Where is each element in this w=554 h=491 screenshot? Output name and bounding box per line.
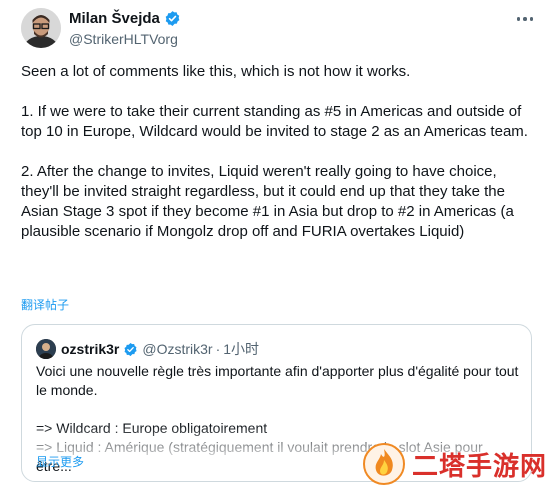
quoted-author-name[interactable]: ozstrik3r	[61, 341, 119, 357]
watermark-text: 二塔手游网	[412, 451, 548, 482]
verified-badge-icon	[123, 342, 138, 357]
tweet-paragraph: 2. After the change to invites, Liquid w…	[21, 163, 514, 240]
more-options-icon[interactable]	[514, 9, 536, 29]
site-watermark: 二塔手游网	[362, 440, 554, 488]
verified-badge-icon	[164, 10, 181, 27]
quoted-tweet-header: ozstrik3r @Ozstrik3r · 1小时	[36, 339, 259, 359]
author-avatar[interactable]	[21, 8, 61, 48]
quoted-tweet-time[interactable]: 1小时	[223, 339, 259, 359]
tweet-paragraph: Seen a lot of comments like this, which …	[21, 63, 411, 80]
show-more-link[interactable]: 显示更多	[36, 453, 84, 470]
separator-dot: ·	[215, 341, 221, 357]
quoted-line: Voici une nouvelle règle très importante…	[36, 363, 519, 398]
quoted-author-handle[interactable]: @Ozstrik3r	[142, 341, 212, 357]
author-handle[interactable]: @StrikerHLTVorg	[69, 31, 178, 47]
translate-post-link[interactable]: 翻译帖子	[21, 296, 69, 313]
quoted-author-avatar[interactable]	[36, 339, 56, 359]
author-name-row[interactable]: Milan Švejda	[69, 10, 181, 27]
flame-logo-icon	[362, 442, 406, 486]
author-name[interactable]: Milan Švejda	[69, 10, 160, 27]
tweet-paragraph: 1. If we were to take their current stan…	[21, 103, 528, 140]
tweet-text: Seen a lot of comments like this, which …	[21, 62, 536, 242]
